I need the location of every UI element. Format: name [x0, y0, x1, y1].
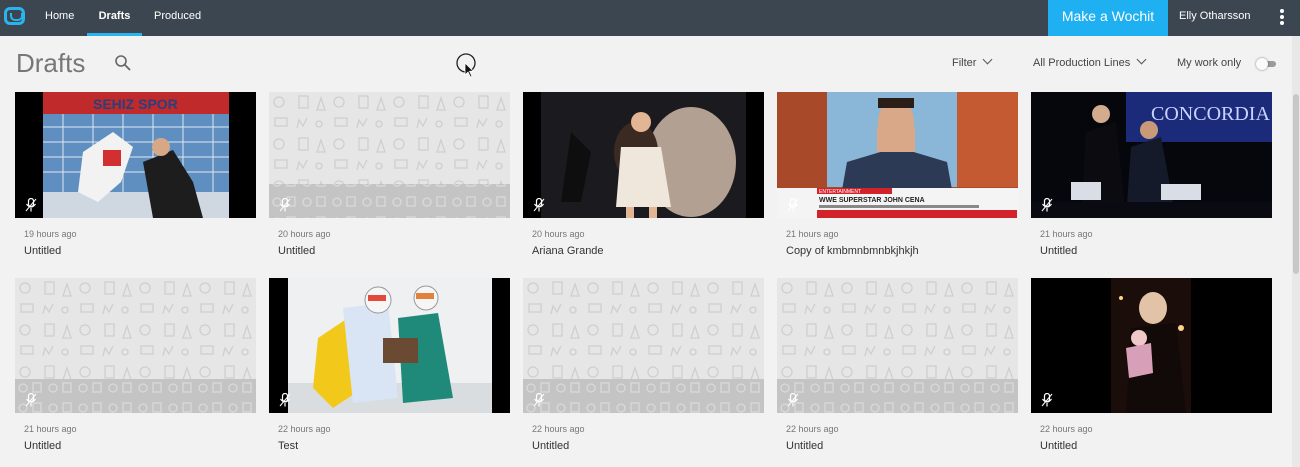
chevron-down-icon: [983, 54, 993, 65]
scrollbar-thumb[interactable]: [1293, 94, 1299, 274]
draft-time: 22 hours ago: [278, 424, 331, 434]
draft-time: 21 hours ago: [24, 424, 77, 434]
draft-thumbnail[interactable]: SEHIZ SPOR: [15, 92, 256, 218]
draft-card[interactable]: 22 hours ago Untitled: [777, 278, 1018, 452]
more-options-icon[interactable]: [1276, 8, 1288, 28]
dark-portrait-photo: [1031, 278, 1272, 413]
microphone-icon: [787, 393, 799, 407]
microphone-icon: [25, 198, 37, 212]
draft-time: 22 hours ago: [532, 424, 585, 434]
filter-label: Filter: [952, 57, 977, 69]
draft-time: 19 hours ago: [24, 229, 77, 239]
microphone-icon: [1041, 198, 1053, 212]
draft-card[interactable]: CONCORDIA 21 hours ago Untitled: [1031, 92, 1272, 257]
microphone-icon: [533, 393, 545, 407]
draft-card[interactable]: 21 hours ago Untitled: [15, 278, 256, 452]
placeholder-pattern-icon: [777, 278, 1018, 413]
draft-thumbnail[interactable]: [523, 92, 764, 218]
svg-text:SEHIZ SPOR: SEHIZ SPOR: [93, 96, 178, 112]
draft-time: 21 hours ago: [1040, 229, 1093, 239]
news-banner-label: ENTERTAINMENT: [819, 189, 861, 195]
placeholder-pattern-icon: [15, 278, 256, 413]
placeholder-pattern-icon: [269, 92, 510, 218]
draft-thumbnail[interactable]: CONCORDIA: [1031, 92, 1272, 218]
draft-title[interactable]: Copy of kmbmnbmnbkjhkjh: [786, 245, 1018, 257]
draft-thumbnail[interactable]: [269, 92, 510, 218]
draft-title[interactable]: Untitled: [24, 440, 256, 452]
draft-title[interactable]: Untitled: [786, 440, 1018, 452]
microphone-icon: [25, 393, 37, 407]
draft-card[interactable]: ENTERTAINMENT WWE SUPERSTAR JOHN CENA 21…: [777, 92, 1018, 257]
draft-time: 20 hours ago: [532, 229, 585, 239]
chevron-down-icon: [1136, 54, 1147, 65]
performer-photo: [541, 92, 746, 218]
microphone-icon: [1041, 393, 1053, 407]
draft-title[interactable]: Untitled: [1040, 440, 1272, 452]
draft-thumbnail[interactable]: [523, 278, 764, 413]
news-banner-headline: WWE SUPERSTAR JOHN CENA: [819, 197, 925, 204]
microphone-icon: [279, 393, 291, 407]
draft-title[interactable]: Untitled: [532, 440, 764, 452]
draft-title[interactable]: Test: [278, 440, 510, 452]
draft-card[interactable]: 20 hours ago Untitled: [269, 92, 510, 257]
draft-time: 21 hours ago: [786, 229, 839, 239]
page-scrollbar[interactable]: [1292, 36, 1300, 467]
draft-card[interactable]: 22 hours ago Untitled: [523, 278, 764, 452]
my-work-only-label: My work only: [1177, 57, 1242, 69]
nav-home[interactable]: Home: [45, 0, 74, 36]
draft-card[interactable]: 22 hours ago Test: [269, 278, 510, 452]
draft-thumbnail[interactable]: [1031, 278, 1272, 413]
draft-time: 20 hours ago: [278, 229, 331, 239]
wochit-logo-icon[interactable]: [4, 7, 25, 25]
user-menu[interactable]: Elly Otharsson: [1179, 0, 1251, 33]
draft-thumbnail[interactable]: ENTERTAINMENT WWE SUPERSTAR JOHN CENA: [777, 92, 1018, 218]
draft-card[interactable]: SEHIZ SPOR 19 hours ago Untitled: [15, 92, 256, 257]
mouse-cursor-icon: [456, 53, 476, 78]
interview-photo: ENTERTAINMENT WWE SUPERSTAR JOHN CENA: [777, 92, 1018, 218]
top-nav-bar: Home Drafts Produced Make a Wochit Elly …: [0, 0, 1300, 36]
filter-dropdown[interactable]: Filter: [952, 54, 993, 69]
draft-title[interactable]: Untitled: [1040, 245, 1272, 257]
microphone-icon: [533, 198, 545, 212]
draft-time: 22 hours ago: [1040, 424, 1093, 434]
my-work-only-toggle[interactable]: [1256, 58, 1276, 70]
page-title: Drafts: [16, 48, 86, 78]
draft-title[interactable]: Ariana Grande: [532, 245, 764, 257]
make-a-wochit-button[interactable]: Make a Wochit: [1048, 0, 1168, 36]
climbers-photo: [288, 278, 492, 413]
draft-thumbnail[interactable]: [777, 278, 1018, 413]
draft-thumbnail[interactable]: [15, 278, 256, 413]
search-icon[interactable]: [114, 54, 132, 72]
placeholder-pattern-icon: [523, 278, 764, 413]
draft-title[interactable]: Untitled: [24, 245, 256, 257]
microphone-icon: [787, 198, 799, 212]
draft-thumbnail[interactable]: [269, 278, 510, 413]
nav-produced[interactable]: Produced: [154, 0, 201, 36]
production-lines-label: All Production Lines: [1033, 57, 1131, 69]
stage-banner-text: CONCORDIA: [1151, 103, 1270, 125]
draft-card[interactable]: 20 hours ago Ariana Grande: [523, 92, 764, 257]
production-lines-dropdown[interactable]: All Production Lines: [1033, 54, 1147, 69]
draft-time: 22 hours ago: [786, 424, 839, 434]
nav-drafts[interactable]: Drafts: [87, 0, 142, 36]
stage-photo: CONCORDIA: [1031, 92, 1272, 218]
volleyball-photo: SEHIZ SPOR: [43, 92, 229, 218]
microphone-icon: [279, 198, 291, 212]
draft-card[interactable]: 22 hours ago Untitled: [1031, 278, 1272, 452]
draft-title[interactable]: Untitled: [278, 245, 510, 257]
